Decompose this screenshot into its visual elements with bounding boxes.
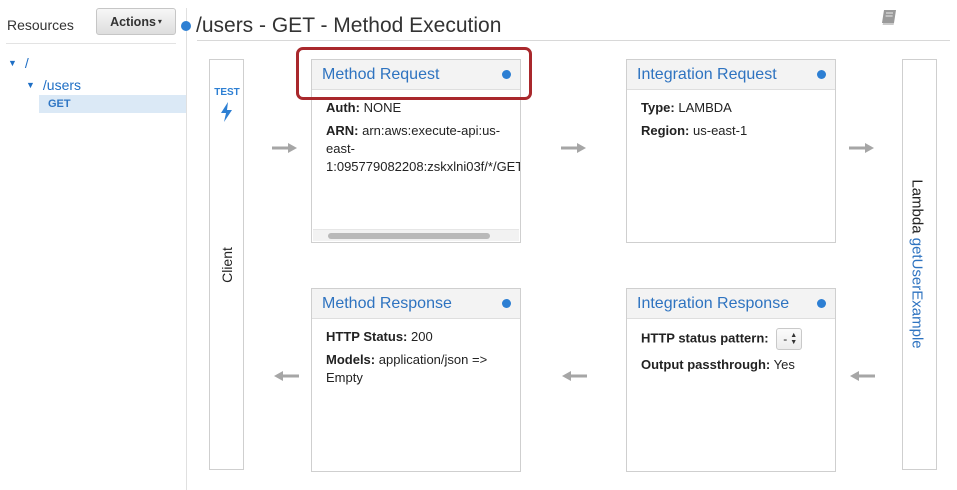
tree-item-get[interactable]: GET: [39, 95, 186, 113]
integration-response-link[interactable]: Integration Response: [637, 295, 789, 313]
integration-request-panel: Integration Request Type: LAMBDA Region:…: [626, 59, 836, 243]
passthrough-value: Yes: [773, 357, 795, 372]
integration-request-header: Integration Request: [627, 60, 835, 90]
actions-dropdown-button[interactable]: Actions ▾: [96, 8, 176, 35]
status-pattern-key: HTTP status pattern:: [641, 330, 769, 346]
type-key: Type:: [641, 100, 675, 115]
method-request-highlight: [296, 47, 532, 100]
selection-dot: [181, 21, 191, 31]
status-dot-icon: [502, 299, 511, 308]
actions-label: Actions: [110, 14, 156, 29]
expand-triangle-icon[interactable]: ▼: [8, 58, 17, 68]
integration-request-link[interactable]: Integration Request: [637, 66, 777, 84]
method-response-panel: Method Response HTTP Status: 200 Models:…: [311, 288, 521, 472]
arrow-left-icon: [850, 371, 875, 381]
status-dot-icon: [817, 70, 826, 79]
scrollbar-thumb[interactable]: [328, 233, 490, 239]
region-value: us-east-1: [693, 123, 748, 138]
lambda-label: Lambda getUserExample: [909, 179, 926, 348]
sidebar-divider: [6, 43, 176, 44]
integration-request-body: Type: LAMBDA Region: us-east-1: [627, 90, 835, 140]
lambda-prefix: Lambda: [908, 179, 926, 234]
documentation-book-icon[interactable]: [880, 8, 900, 26]
method-request-body: Auth: NONE ARN: arn:aws:execute-api:us- …: [312, 90, 520, 219]
arrow-left-icon: [274, 371, 299, 381]
method-response-link[interactable]: Method Response: [322, 295, 452, 313]
client-label: Client: [219, 247, 235, 283]
status-dot-icon: [817, 299, 826, 308]
expand-triangle-icon[interactable]: ▼: [26, 80, 35, 90]
method-response-body: HTTP Status: 200 Models: application/jso…: [312, 319, 520, 387]
tree-item-root-label: /: [24, 55, 29, 71]
tree-item-users[interactable]: ▼ /users: [26, 77, 81, 93]
status-pattern-value: -: [783, 332, 788, 346]
arrow-right-icon: [561, 143, 586, 153]
resources-label: Resources: [7, 17, 74, 33]
stepper-arrows-icon: ▲ ▼: [790, 332, 798, 346]
panel-divider: [186, 8, 187, 490]
header-divider: [197, 40, 950, 41]
arrow-right-icon: [272, 143, 297, 153]
caret-down-icon: ▾: [157, 17, 162, 26]
models-line1: application/json =>: [378, 352, 488, 367]
integration-response-header: Integration Response: [627, 289, 835, 319]
integration-response-body: HTTP status pattern: - ▲ ▼ Output passthr…: [627, 319, 835, 374]
method-response-header: Method Response: [312, 289, 520, 319]
http-status-key: HTTP Status:: [326, 329, 408, 344]
arrow-left-icon: [562, 371, 587, 381]
auth-value: NONE: [363, 100, 402, 115]
test-link[interactable]: TEST: [213, 87, 241, 98]
type-value: LAMBDA: [678, 100, 732, 115]
arn-line3: 1:095779082208:zskxlni03f/*/GET/: [326, 159, 520, 174]
region-key: Region:: [641, 123, 690, 138]
auth-key: Auth:: [326, 100, 360, 115]
arrow-right-icon: [849, 143, 874, 153]
models-line2: Empty: [326, 370, 363, 385]
tree-item-users-label: /users: [42, 77, 82, 93]
status-pattern-select[interactable]: - ▲ ▼: [776, 328, 803, 350]
arn-line1: arn:aws:execute-api:us-: [362, 123, 501, 138]
lightning-bolt-icon[interactable]: [218, 101, 236, 123]
http-status-value: 200: [411, 329, 433, 344]
integration-response-panel: Integration Response HTTP status pattern…: [626, 288, 836, 472]
models-key: Models:: [326, 352, 376, 367]
tree-item-root[interactable]: ▼ /: [8, 55, 29, 71]
page-title: /users - GET - Method Execution: [196, 14, 502, 37]
passthrough-key: Output passthrough:: [641, 357, 771, 372]
arn-line2: east-: [326, 141, 355, 156]
horizontal-scrollbar[interactable]: [313, 229, 519, 241]
arn-key: ARN:: [326, 123, 359, 138]
lambda-function-link[interactable]: getUserExample: [909, 238, 926, 349]
